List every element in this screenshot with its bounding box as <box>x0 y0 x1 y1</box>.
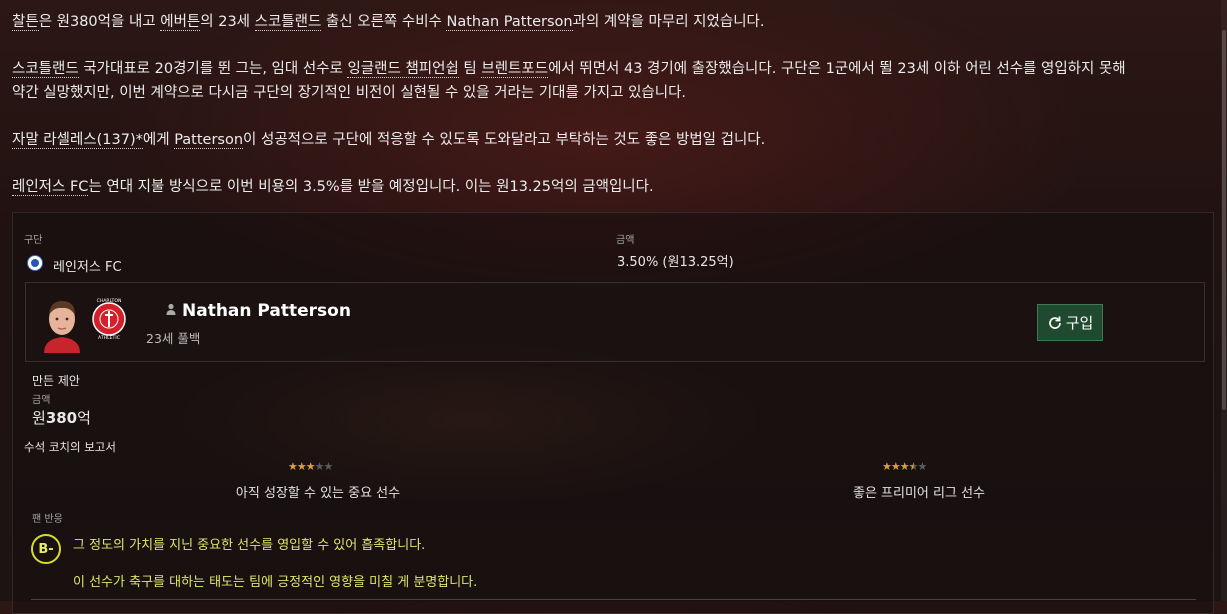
star-icon: ★ <box>882 460 892 473</box>
player-name-text: Nathan Patterson <box>182 301 351 321</box>
transfer-details-panel: 구단 레인저스 FC 금액 3.50% (원13.25억) CHARLTON A… <box>12 212 1214 614</box>
link-player-patterson[interactable]: Nathan Patterson <box>446 14 573 31</box>
link-nation-scotland[interactable]: 스코틀랜드 <box>254 14 322 31</box>
fee-value: 380 <box>45 409 78 427</box>
paragraph-career-2: 약간 실망했지만, 이번 계약으로 다시금 구단의 장기적인 비전이 실현될 수… <box>12 85 687 101</box>
text: 이 성공적으로 구단에 적응할 수 있도록 도와달라고 부탁하는 것도 좋은 방… <box>243 132 766 148</box>
current-ability-stars: ★★★★★ <box>288 460 334 473</box>
potential-ability-text: 좋은 프리미어 리그 선수 <box>853 486 985 501</box>
player-card[interactable]: CHARLTON ATHLETIC Nathan Patterson 23세 풀… <box>25 282 1205 362</box>
news-body: 찰튼은 원380억을 내고 에버튼의 23세 스코틀랜드 출신 오른쪽 수비수 … <box>12 10 1222 222</box>
player-face-icon <box>44 301 80 353</box>
text: 에서 뛰면서 43 경기에 출장했습니다. 구단은 1군에서 뛸 23세 이하 … <box>548 61 1126 77</box>
scrollbar[interactable] <box>1221 0 1227 601</box>
fee-suffix: 억 <box>77 409 91 427</box>
star-icon: ★ <box>296 460 307 473</box>
divider <box>31 599 1196 600</box>
rangers-crest-icon <box>27 255 43 271</box>
link-player-patterson-2[interactable]: Patterson <box>174 132 244 149</box>
amount-value: 3.50% (원13.25억) <box>617 255 734 270</box>
text: 과의 계약을 마무리 지었습니다. <box>572 14 765 30</box>
charlton-badge-icon: CHARLTON ATHLETIC <box>92 298 126 341</box>
star-icon: ★ <box>288 460 298 473</box>
offer-fee: 원380억 <box>32 407 91 428</box>
buy-button-label: 구입 <box>1065 314 1094 332</box>
club-label: 구단 <box>24 235 43 246</box>
link-club-brentford[interactable]: 브렌트포드 <box>481 61 549 78</box>
scrollbar-thumb[interactable] <box>1222 30 1226 410</box>
paragraph-deal: 찰튼은 원380억을 내고 에버튼의 23세 스코틀랜드 출신 오른쪽 수비수 … <box>12 10 1222 34</box>
refresh-icon <box>1048 316 1061 329</box>
star-icon: ★ <box>899 460 910 473</box>
link-player-lascelles[interactable]: 자말 라셀레스(137)* <box>12 132 143 149</box>
star-icon: ★ <box>305 460 316 473</box>
text: 는 연대 지불 방식으로 이번 비용의 3.5%를 받을 예정입니다. 이는 원… <box>88 179 654 195</box>
text: 출신 오른쪽 수비수 <box>321 14 447 30</box>
star-icon: ★ <box>917 460 928 473</box>
buy-button[interactable]: 구입 <box>1037 304 1103 341</box>
half-star-icon: ★ <box>908 460 919 473</box>
club-name[interactable]: 레인저스 FC <box>53 256 122 275</box>
fan-reaction-line-2: 이 선수가 축구를 대하는 태도는 팀에 긍정적인 영향을 미칠 게 분명합니다… <box>73 575 478 590</box>
player-name[interactable]: Nathan Patterson <box>166 301 351 321</box>
paragraph-mentor: 자말 라셀레스(137)*에게 Patterson이 성공적으로 구단에 적응할… <box>12 128 1222 152</box>
text: 은 원380억을 내고 <box>38 14 161 30</box>
badge-top-text: CHARLTON <box>97 298 122 304</box>
badge-bottom-text: ATHLETIC <box>98 335 120 341</box>
fan-grade-badge: B- <box>31 534 61 564</box>
report-title: 수석 코치의 보고서 <box>24 440 116 454</box>
offer-fee-label: 금액 <box>32 395 51 406</box>
person-icon <box>166 303 176 315</box>
text: 의 23세 <box>200 14 255 30</box>
text: 국가대표로 20경기를 뛴 그는, 임대 선수로 <box>78 61 348 77</box>
player-age-position: 23세 풀백 <box>146 331 201 346</box>
link-competition-championship[interactable]: 잉글랜드 챔피언쉽 <box>347 61 459 78</box>
link-club-rangers[interactable]: 레인저스 FC <box>12 179 89 196</box>
link-club-charlton[interactable]: 찰튼 <box>12 14 39 31</box>
potential-ability-stars: ★★★★★ <box>882 460 928 473</box>
link-club-everton[interactable]: 에버튼 <box>160 14 201 31</box>
current-ability-text: 아직 성장할 수 있는 중요 선수 <box>235 486 401 501</box>
text: 팀 <box>458 61 482 77</box>
paragraph-career: 스코틀랜드 국가대표로 20경기를 뛴 그는, 임대 선수로 잉글랜드 챔피언쉽… <box>12 57 1222 81</box>
star-icon: ★ <box>314 460 325 473</box>
star-icon: ★ <box>890 460 901 473</box>
fee-prefix: 원 <box>32 409 46 427</box>
star-icon: ★ <box>323 460 334 473</box>
paragraph-solidarity: 레인저스 FC는 연대 지불 방식으로 이번 비용의 3.5%를 받을 예정입니… <box>12 175 1222 199</box>
fan-reaction-line-1: 그 정도의 가치를 지닌 중요한 선수를 영입할 수 있어 흡족합니다. <box>73 538 426 553</box>
fan-reaction-label: 팬 반응 <box>32 514 63 525</box>
text: 에게 <box>142 132 175 148</box>
offer-label: 만든 제안 <box>32 374 80 388</box>
amount-label: 금액 <box>616 235 635 246</box>
link-nation-scotland-2[interactable]: 스코틀랜드 <box>12 61 79 78</box>
